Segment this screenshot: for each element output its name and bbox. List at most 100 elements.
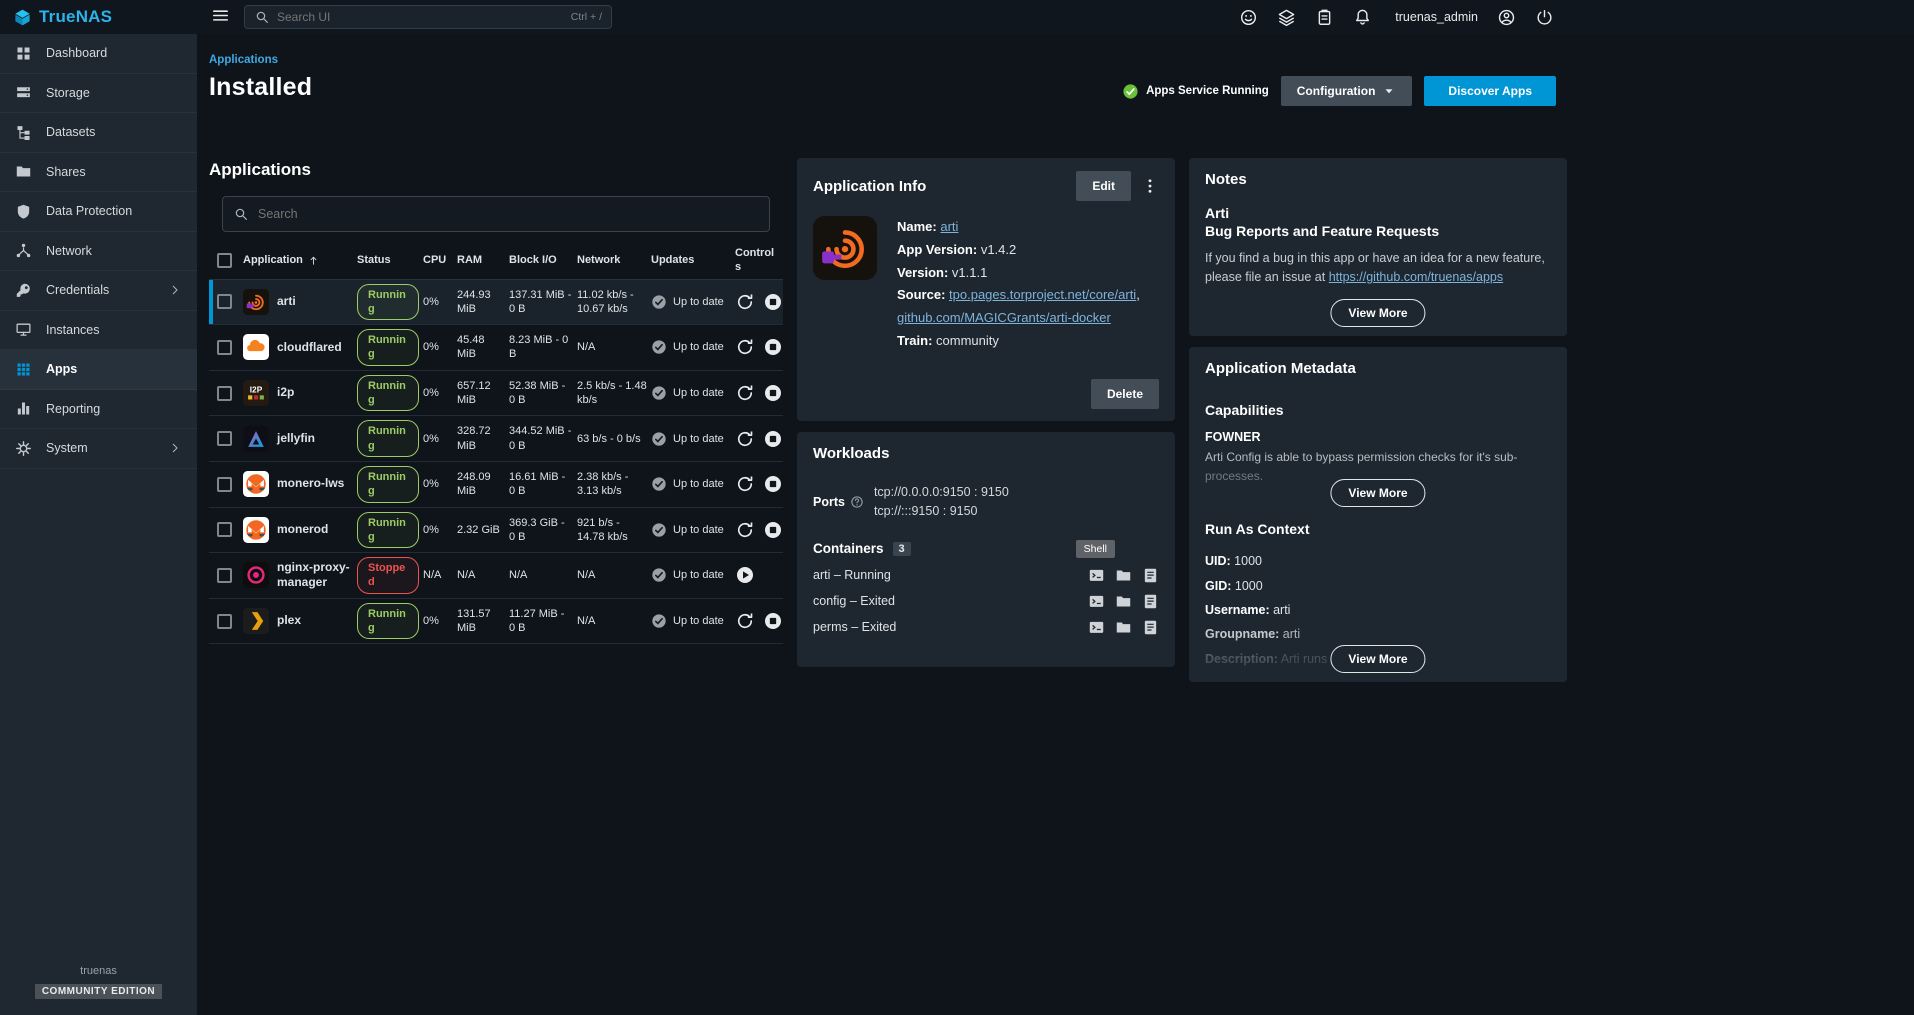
application-info-fields: Name: arti App Version: v1.4.2 Version: …	[897, 216, 1159, 355]
user-avatar-icon[interactable]	[1497, 8, 1516, 27]
restart-app-button[interactable]	[735, 292, 755, 312]
column-header-application[interactable]: Application	[243, 249, 357, 271]
sidebar-item-storage[interactable]: Storage	[0, 74, 197, 114]
stop-app-button[interactable]	[763, 474, 783, 494]
sidebar-item-data-protection[interactable]: Data Protection	[0, 192, 197, 232]
feedback-button[interactable]	[1239, 8, 1258, 27]
column-header-ram[interactable]: RAM	[457, 249, 509, 271]
column-header-network[interactable]: Network	[577, 249, 651, 271]
sidebar-item-shares[interactable]: Shares	[0, 153, 197, 193]
column-header-cpu[interactable]: CPU	[423, 249, 457, 271]
app-row-plex[interactable]: plexRunning0%131.57 MiB11.27 MiB - 0 BN/…	[209, 599, 783, 645]
browse-filesystem-button[interactable]	[1115, 593, 1132, 610]
app-row-monerod[interactable]: monerodRunning0%2.32 GiB369.3 GiB - 0 B9…	[209, 508, 783, 554]
row-checkbox[interactable]	[217, 522, 232, 537]
row-checkbox[interactable]	[217, 477, 232, 492]
sidebar-item-datasets[interactable]: Datasets	[0, 113, 197, 153]
stop-app-button[interactable]	[763, 292, 783, 312]
view-logs-button[interactable]	[1142, 567, 1159, 584]
restart-app-button[interactable]	[735, 611, 755, 631]
app-row-cloudflared[interactable]: cloudflaredRunning0%45.48 MiB8.23 MiB - …	[209, 325, 783, 371]
view-more-button[interactable]: View More	[1330, 645, 1425, 673]
status-icon	[1277, 8, 1296, 27]
configuration-button[interactable]: Configuration	[1281, 76, 1413, 106]
column-header-updates[interactable]: Updates	[651, 249, 735, 271]
start-app-button[interactable]	[735, 565, 755, 585]
brand[interactable]: TrueNAS	[0, 7, 197, 27]
view-more-button[interactable]: View More	[1330, 479, 1425, 507]
row-checkbox[interactable]	[217, 340, 232, 355]
column-header-block-i-o[interactable]: Block I/O	[509, 249, 577, 271]
row-checkbox[interactable]	[217, 614, 232, 629]
restart-app-button[interactable]	[735, 429, 755, 449]
view-logs-button[interactable]	[1142, 593, 1159, 610]
app-name: nginx-proxy-manager	[277, 560, 353, 591]
shell-button[interactable]	[1088, 593, 1105, 610]
browse-filesystem-button[interactable]	[1115, 619, 1132, 636]
name-label: Name:	[897, 219, 937, 234]
alerts-button[interactable]	[1353, 8, 1372, 27]
shell-button[interactable]	[1088, 619, 1105, 636]
source-link[interactable]: tpo.pages.torproject.net/core/arti	[949, 287, 1136, 302]
applications-search-input[interactable]	[258, 207, 759, 221]
restart-app-button[interactable]	[735, 337, 755, 357]
status-button[interactable]	[1277, 8, 1296, 27]
app-name-link[interactable]: arti	[940, 219, 958, 234]
column-header-controls[interactable]: Controls	[735, 242, 783, 279]
sidebar-item-instances[interactable]: Instances	[0, 311, 197, 351]
column-header-status[interactable]: Status	[357, 249, 423, 271]
sidebar-item-credentials[interactable]: Credentials	[0, 271, 197, 311]
sidebar-toggle-button[interactable]	[211, 6, 230, 28]
discover-apps-button[interactable]: Discover Apps	[1424, 76, 1556, 106]
row-checkbox[interactable]	[217, 294, 232, 309]
app-row-arti[interactable]: artiRunning0%244.93 MiB137.31 MiB - 0 B1…	[209, 280, 783, 326]
restart-app-button[interactable]	[735, 520, 755, 540]
username[interactable]: truenas_admin	[1395, 10, 1478, 24]
notes-body: Arti Bug Reports and Feature Requests If…	[1189, 199, 1567, 302]
breadcrumb[interactable]: Applications	[209, 54, 1914, 66]
container-actions	[1088, 619, 1159, 636]
app-row-jellyfin[interactable]: jellyfinRunning0%328.72 MiB344.52 MiB - …	[209, 416, 783, 462]
select-all-checkbox[interactable]	[217, 253, 232, 268]
sidebar-item-dashboard[interactable]: Dashboard	[0, 34, 197, 74]
sidebar-item-network[interactable]: Network	[0, 232, 197, 272]
help-icon[interactable]	[850, 495, 864, 509]
stop-app-button[interactable]	[763, 611, 783, 631]
sidebar-item-label: Shares	[46, 165, 86, 179]
stop-app-button[interactable]	[763, 383, 783, 403]
jobs-button[interactable]	[1315, 8, 1334, 27]
applications-search[interactable]	[222, 196, 770, 232]
train-value: community	[936, 333, 999, 348]
power-icon[interactable]	[1535, 8, 1554, 27]
view-more-button[interactable]: View More	[1330, 299, 1425, 327]
view-logs-button[interactable]	[1142, 619, 1159, 636]
stop-app-button[interactable]	[763, 429, 783, 449]
row-checkbox[interactable]	[217, 431, 232, 446]
notes-issue-link[interactable]: https://github.com/truenas/apps	[1329, 270, 1503, 284]
shell-button[interactable]	[1088, 567, 1105, 584]
ports-label-text: Ports	[813, 495, 845, 509]
row-checkbox[interactable]	[217, 386, 232, 401]
sidebar-item-system[interactable]: System	[0, 429, 197, 469]
source-link[interactable]: github.com/MAGICGrants/arti-docker	[897, 310, 1111, 325]
sidebar-item-apps[interactable]: Apps	[0, 350, 197, 390]
network-cell: 63 b/s - 0 b/s	[577, 428, 651, 450]
stop-app-button[interactable]	[763, 337, 783, 357]
row-checkbox[interactable]	[217, 568, 232, 583]
more-options-button[interactable]	[1141, 177, 1159, 195]
sidebar-item-reporting[interactable]: Reporting	[0, 390, 197, 430]
stop-app-button[interactable]	[763, 520, 783, 540]
browse-filesystem-button[interactable]	[1115, 567, 1132, 584]
chevron-right-icon	[168, 283, 182, 297]
arti-app-icon	[813, 216, 877, 280]
delete-button[interactable]: Delete	[1091, 379, 1159, 409]
global-search[interactable]: Ctrl + /	[244, 5, 612, 29]
update-status-label: Up to date	[673, 523, 724, 537]
app-row-i2p[interactable]: I2Pi2pRunning0%657.12 MiB52.38 MiB - 0 B…	[209, 371, 783, 417]
edit-button[interactable]: Edit	[1076, 171, 1131, 201]
app-row-monero-lws[interactable]: monero-lwsRunning0%248.09 MiB16.61 MiB -…	[209, 462, 783, 508]
restart-app-button[interactable]	[735, 383, 755, 403]
global-search-input[interactable]	[277, 10, 564, 24]
restart-app-button[interactable]	[735, 474, 755, 494]
app-row-nginx-proxy-manager[interactable]: nginx-proxy-managerStoppedN/AN/AN/AN/AUp…	[209, 553, 783, 599]
